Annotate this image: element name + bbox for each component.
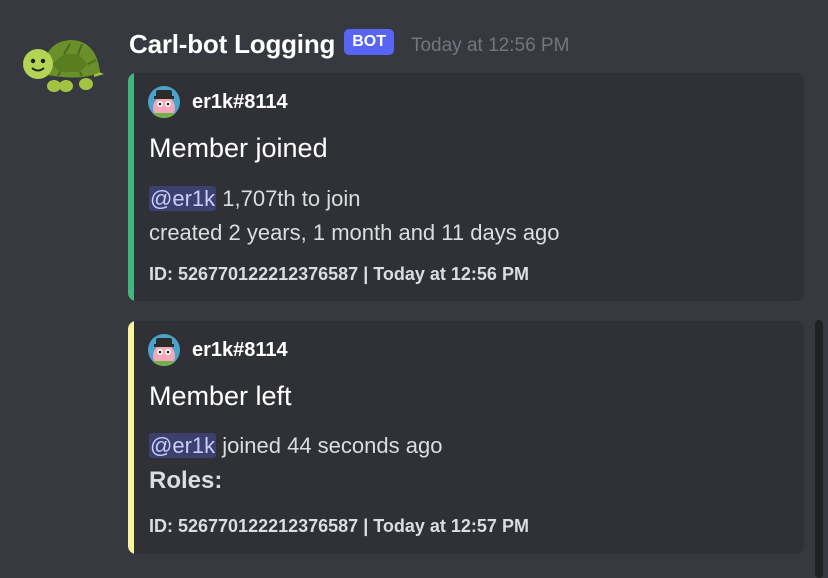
embed-footer: ID: 526770122212376587 | Today at 12:57 … [149, 516, 529, 536]
embed-member-joined: er1k#8114 Member joined @er1k 1,707th to… [128, 73, 804, 301]
embed-description-line: @er1k joined 44 seconds ago [149, 429, 442, 463]
embed-member-left: er1k#8114 Member left @er1k joined 44 se… [128, 321, 804, 554]
bot-badge: BOT [344, 29, 394, 55]
scrollbar[interactable] [815, 320, 823, 578]
embed-accent-bar [128, 321, 134, 554]
embed-description-line: @er1k 1,707th to join [149, 182, 360, 216]
turtle-icon[interactable] [22, 34, 104, 94]
message-timestamp[interactable]: Today at 12:56 PM [411, 35, 569, 57]
embed-author: er1k#8114 [148, 334, 288, 366]
roles-label: Roles: [149, 467, 223, 494]
message-header: Carl-bot Logging BOT Today at 12:56 PM [129, 24, 569, 64]
join-position-text: 1,707th to join [216, 186, 361, 211]
embed-title: Member left [149, 381, 292, 411]
embed-title: Member joined [149, 133, 328, 163]
embed-author-name[interactable]: er1k#8114 [192, 91, 288, 114]
user-avatar-icon[interactable] [148, 334, 180, 366]
embed-accent-bar [128, 73, 134, 301]
account-age-text: created 2 years, 1 month and 11 days ago [149, 220, 560, 245]
embed-footer: ID: 526770122212376587 | Today at 12:56 … [149, 264, 529, 284]
user-mention[interactable]: @er1k [149, 433, 217, 458]
embed-author-name[interactable]: er1k#8114 [192, 339, 288, 362]
embed-author: er1k#8114 [148, 86, 288, 118]
bot-username[interactable]: Carl-bot Logging [129, 29, 335, 60]
joined-ago-text: joined 44 seconds ago [216, 433, 443, 458]
user-mention[interactable]: @er1k [149, 186, 217, 211]
user-avatar-icon[interactable] [148, 86, 180, 118]
